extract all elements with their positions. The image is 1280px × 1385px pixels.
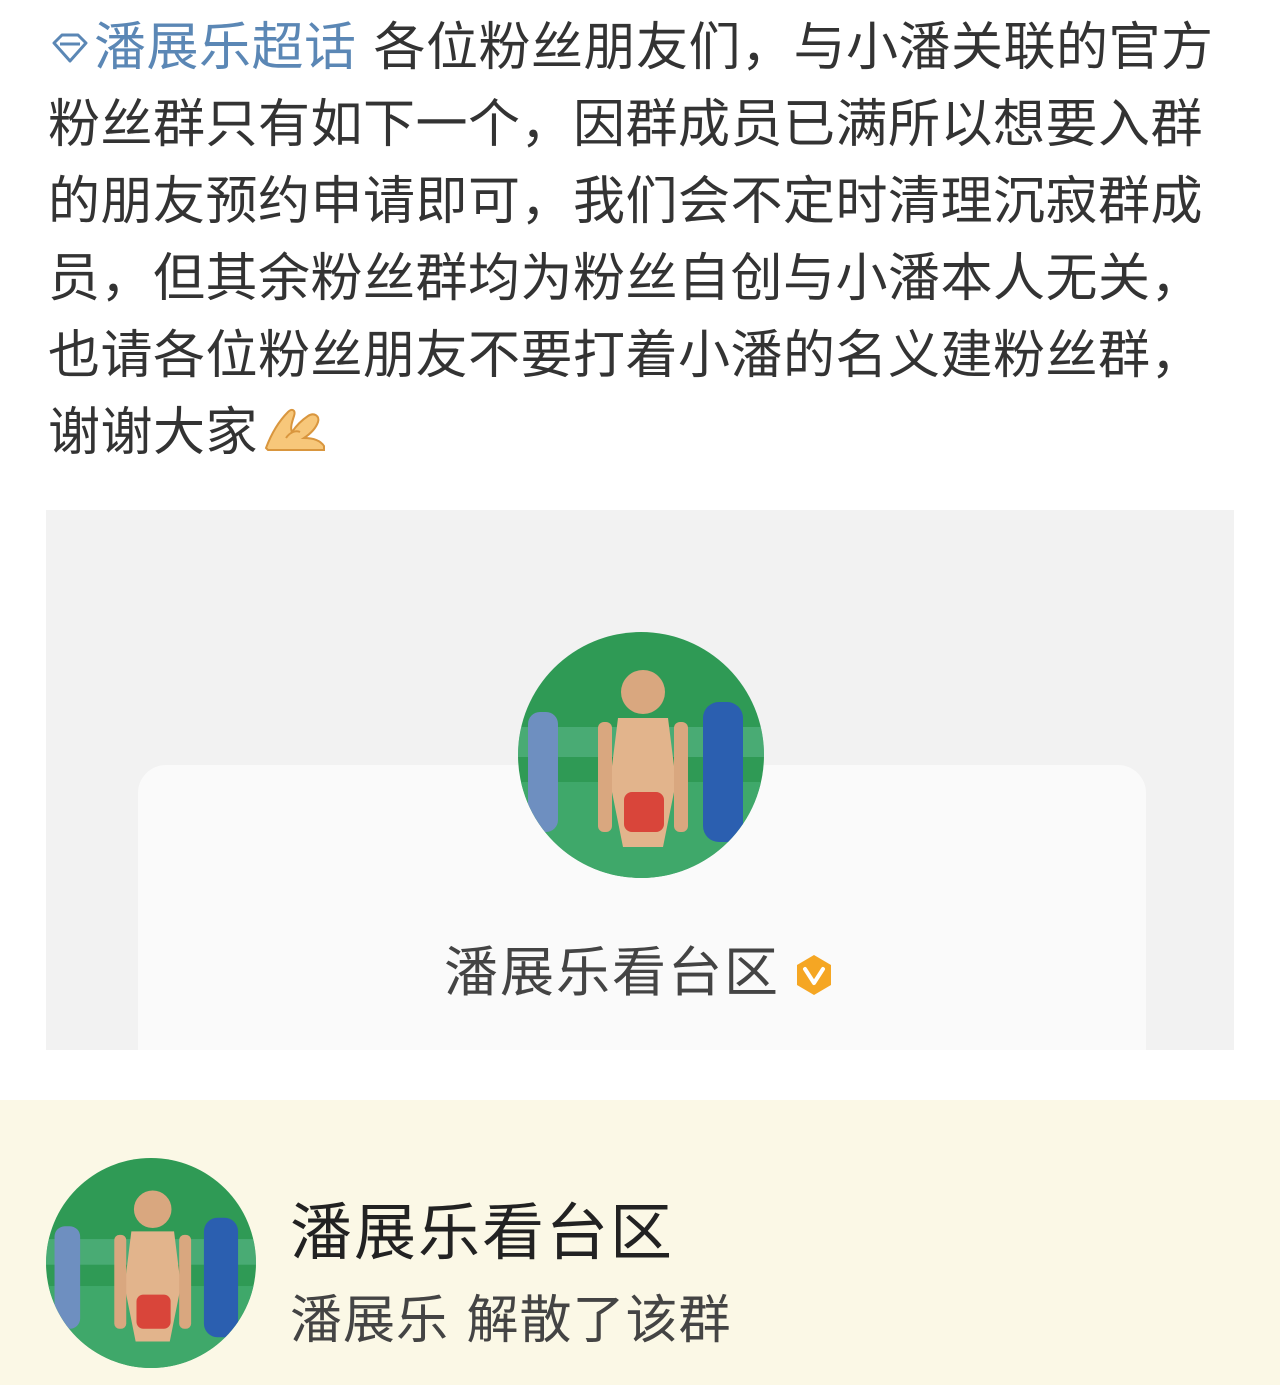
verified-v-badge-icon [797,955,831,995]
diamond-icon [52,33,88,63]
screenshot-group-title: 潘展乐看台区 [46,928,1234,1007]
group-avatar [518,632,764,878]
screenshot-group-name: 潘展乐看台区 [444,941,780,1004]
topic-link[interactable]: 潘展乐超话 [48,18,357,78]
chat-status-message: 潘展乐 解散了该群 [290,1291,732,1351]
screenshot-card: 潘展乐看台区 [46,510,1234,1050]
topic-label[interactable]: 潘展乐超话 [94,18,357,78]
ok-hand-emoji [264,408,326,451]
post-text: 潘展乐超话 各位粉丝朋友们，与小潘关联的官方粉丝群只有如下一个，因群成员已满所以… [48,10,1238,472]
chat-group-name: 潘展乐看台区 [290,1196,675,1269]
chat-group-avatar[interactable] [46,1158,256,1368]
post-body: 各位粉丝朋友们，与小潘关联的官方粉丝群只有如下一个，因群成员已满所以想要入群的朋… [48,18,1214,463]
chat-list-item[interactable]: 潘展乐看台区 潘展乐 解散了该群 [0,1100,1280,1385]
